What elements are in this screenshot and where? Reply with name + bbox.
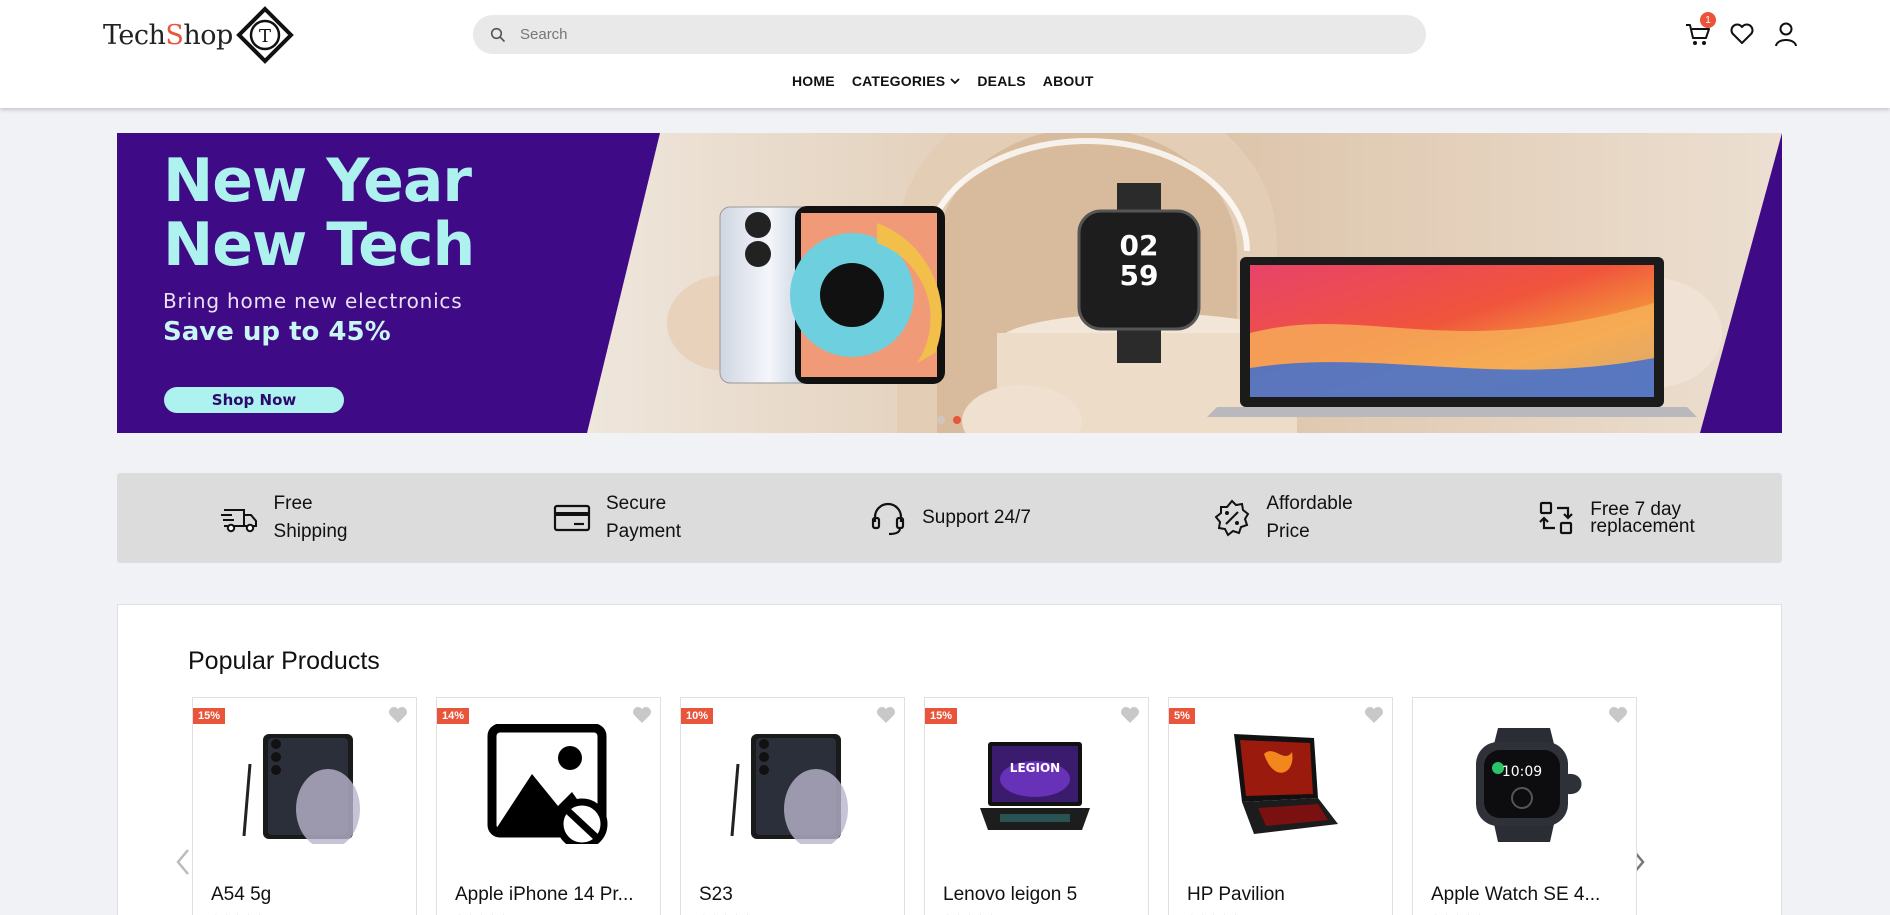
hero-banner[interactable]: 02 59 New Year New Tech Bring home new e… bbox=[117, 133, 1782, 433]
feature-label: Free 7 day replacement bbox=[1590, 499, 1695, 537]
product-name[interactable]: Apple iPhone 14 Pr... bbox=[455, 884, 634, 906]
features-bar: Free Shipping Secure Payment Support 24/7 bbox=[117, 473, 1782, 563]
product-name[interactable]: Apple Watch SE 4... bbox=[1431, 884, 1600, 906]
product-name[interactable]: HP Pavilion bbox=[1187, 884, 1285, 906]
feature-affordable-price: Affordable Price bbox=[1116, 473, 1449, 563]
banner-title-line2: New Tech bbox=[163, 210, 475, 280]
heart-icon bbox=[1730, 23, 1754, 44]
banner-title-line1: New Year bbox=[163, 146, 472, 216]
product-card[interactable]: 15% A54 5g ★★★★★ bbox=[192, 697, 417, 915]
svg-text:T: T bbox=[259, 26, 271, 47]
feature-label: Free Shipping bbox=[273, 493, 348, 542]
cart-button[interactable]: 1 bbox=[1684, 12, 1716, 48]
svg-text:02: 02 bbox=[1120, 229, 1159, 262]
wishlist-heart-icon[interactable] bbox=[1608, 706, 1628, 724]
svg-text:59: 59 bbox=[1120, 259, 1159, 292]
carousel-dots bbox=[937, 416, 961, 424]
laptop-image: LEGION bbox=[980, 742, 1090, 830]
banner-title: New Year New Tech bbox=[163, 146, 475, 280]
phone-image bbox=[242, 734, 360, 844]
feature-support: Support 24/7 bbox=[783, 473, 1116, 563]
discount-badge: 15% bbox=[925, 708, 958, 724]
search-input[interactable] bbox=[520, 26, 1400, 43]
discount-badge: 15% bbox=[193, 708, 226, 724]
feature-free-shipping: Free Shipping bbox=[117, 473, 450, 563]
placeholder-image-icon bbox=[487, 724, 608, 844]
banner-subtitle: Bring home new electronics bbox=[163, 289, 463, 313]
discount-icon bbox=[1214, 499, 1250, 537]
product-card[interactable]: 14% Apple iPhone 14 Pr... ★★★★★ bbox=[436, 697, 661, 915]
truck-icon bbox=[220, 509, 257, 533]
carousel-prev-arrow-icon[interactable] bbox=[173, 847, 193, 877]
wishlist-heart-icon[interactable] bbox=[388, 706, 408, 724]
chevron-down-icon bbox=[950, 77, 960, 84]
carousel-dot-active[interactable] bbox=[953, 416, 961, 424]
headset-icon bbox=[871, 502, 905, 536]
site-header: TechShop T 1 bbox=[0, 0, 1890, 108]
discount-badge: 10% bbox=[681, 708, 714, 724]
exchange-icon bbox=[1539, 501, 1573, 535]
user-icon bbox=[1775, 22, 1797, 47]
main-nav: HOME CATEGORIES DEALS ABOUT bbox=[792, 73, 1111, 89]
svg-text:LEGION: LEGION bbox=[1010, 761, 1060, 775]
laptop-image bbox=[1234, 734, 1338, 834]
product-card[interactable]: 15% LEGION Lenovo leigon 5 ★★★★★ bbox=[924, 697, 1149, 915]
section-title: Popular Products bbox=[188, 647, 380, 675]
watch-image: 10:09 bbox=[1476, 728, 1582, 842]
logo[interactable]: TechShop T bbox=[103, 6, 295, 64]
carousel-dot[interactable] bbox=[937, 416, 945, 424]
nav-deals[interactable]: DEALS bbox=[977, 73, 1025, 89]
feature-label: Support 24/7 bbox=[922, 507, 1031, 528]
product-name[interactable]: S23 bbox=[699, 884, 733, 906]
wishlist-heart-icon[interactable] bbox=[1364, 706, 1384, 724]
shop-now-button[interactable]: Shop Now bbox=[164, 387, 344, 413]
search-bar[interactable] bbox=[473, 15, 1426, 54]
account-button[interactable] bbox=[1772, 20, 1800, 48]
feature-label: Affordable Price bbox=[1266, 493, 1353, 542]
feature-label: Secure Payment bbox=[606, 493, 681, 542]
cart-count-badge: 1 bbox=[1700, 12, 1716, 28]
banner-save-text: Save up to 45% bbox=[163, 317, 391, 347]
logo-mark-icon: T bbox=[236, 6, 294, 64]
wishlist-heart-icon[interactable] bbox=[632, 706, 652, 724]
svg-text:10:09: 10:09 bbox=[1502, 764, 1542, 780]
header-icons: 1 bbox=[1684, 12, 1800, 48]
search-icon bbox=[490, 27, 506, 42]
phone-image bbox=[730, 734, 848, 844]
product-card[interactable]: 5% HP Pavilion ★★★★★ bbox=[1168, 697, 1393, 915]
discount-badge: 5% bbox=[1169, 708, 1195, 724]
feature-secure-payment: Secure Payment bbox=[450, 473, 783, 563]
nav-about[interactable]: ABOUT bbox=[1043, 73, 1094, 89]
wishlist-button[interactable] bbox=[1728, 20, 1756, 48]
nav-categories[interactable]: CATEGORIES bbox=[852, 73, 961, 89]
logo-text: TechShop bbox=[103, 19, 233, 51]
product-card[interactable]: 10:09 Apple Watch SE 4... ★★★★★ bbox=[1412, 697, 1637, 915]
nav-home[interactable]: HOME bbox=[792, 73, 835, 89]
nav-categories-label: CATEGORIES bbox=[851, 73, 946, 89]
product-name[interactable]: A54 5g bbox=[211, 884, 271, 906]
wishlist-heart-icon[interactable] bbox=[1120, 706, 1140, 724]
card-icon bbox=[553, 504, 591, 532]
product-name[interactable]: Lenovo leigon 5 bbox=[943, 884, 1077, 906]
popular-products-section: Popular Products 15% A54 5g ★★★★★ 14% Ap… bbox=[117, 604, 1782, 915]
feature-replacement: Free 7 day replacement bbox=[1449, 473, 1782, 563]
product-card[interactable]: 10% S23 ★★★★★ bbox=[680, 697, 905, 915]
wishlist-heart-icon[interactable] bbox=[876, 706, 896, 724]
discount-badge: 14% bbox=[437, 708, 470, 724]
